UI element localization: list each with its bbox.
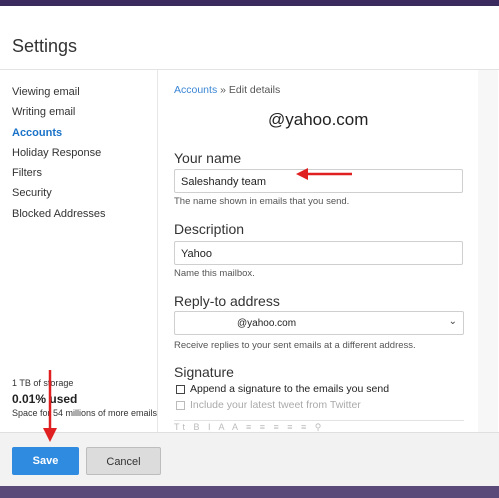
window-bottom-bar: [0, 486, 499, 498]
annotation-arrow-name: [296, 168, 352, 180]
annotation-arrow-save: [43, 370, 57, 442]
annotation-arrows: [43, 168, 352, 442]
